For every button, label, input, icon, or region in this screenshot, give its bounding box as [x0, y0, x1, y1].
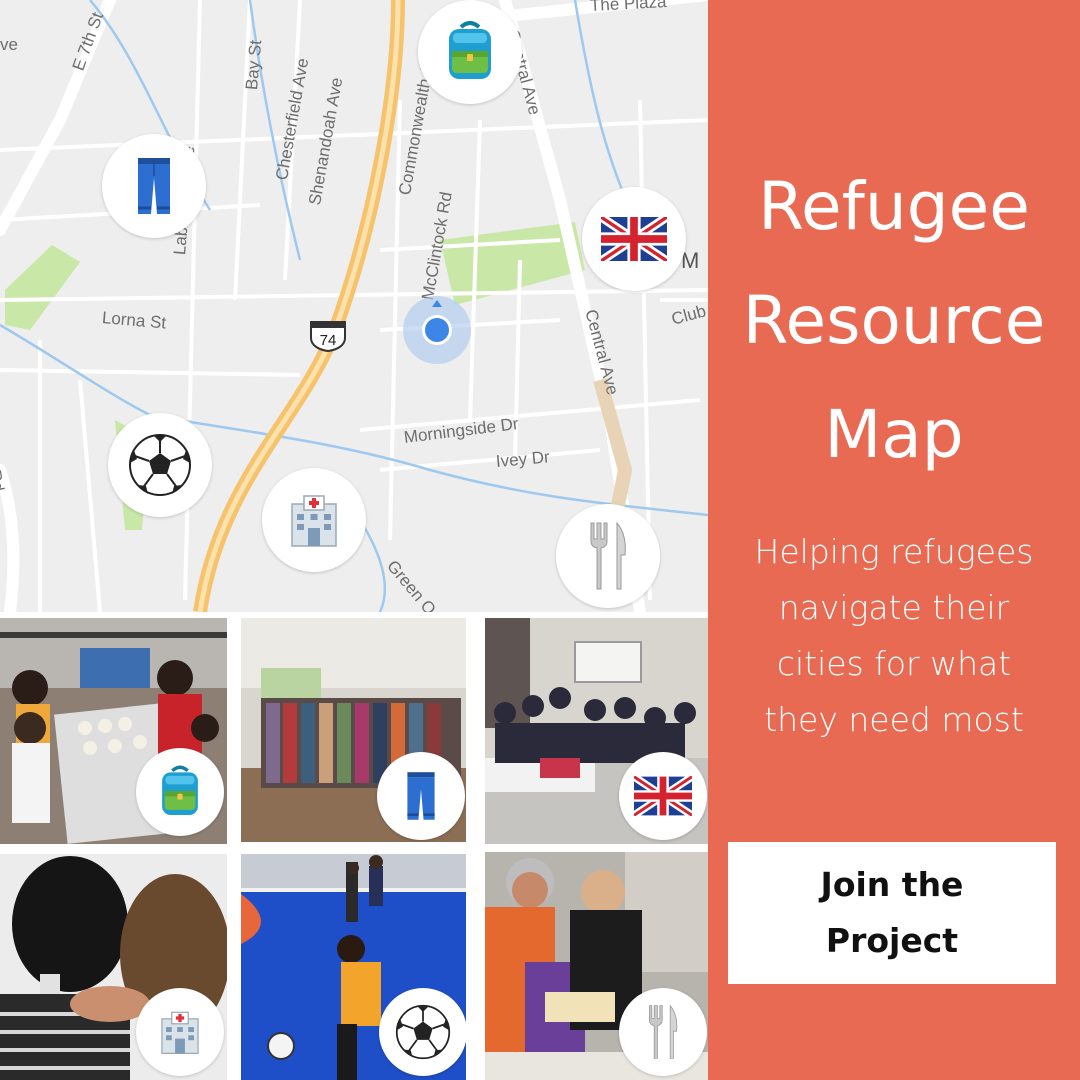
tagline-line: cities for what — [776, 644, 1012, 683]
jeans-icon — [138, 158, 170, 214]
photo-tile-clothing[interactable] — [241, 618, 466, 842]
tagline-line: Helping refugees — [754, 532, 1034, 571]
resource-map[interactable]: E 7th St Bay St Chesterfield Ave Shenand… — [0, 0, 708, 612]
jeans-icon — [407, 772, 435, 820]
fork-knife-icon — [649, 1004, 678, 1059]
photo-tile-soccer[interactable] — [241, 854, 466, 1080]
map-marker-restaurant[interactable] — [556, 504, 660, 608]
photo-tile-health[interactable] — [0, 854, 227, 1080]
uk-flag-icon — [634, 776, 692, 816]
tagline: Helping refugees navigate their cities f… — [708, 524, 1080, 748]
photo-marker — [619, 988, 707, 1076]
soccer-ball-icon — [395, 1004, 451, 1060]
map-marker-backpack[interactable] — [418, 0, 522, 104]
page-title: Refugee Resource Map — [708, 150, 1080, 492]
button-label-line: Project — [825, 921, 959, 960]
backpack-icon — [162, 765, 198, 815]
photo-marker — [136, 748, 224, 836]
map-marker-hospital[interactable] — [262, 468, 366, 572]
photo-tile-class[interactable] — [485, 618, 708, 844]
photo-tile-food[interactable] — [0, 618, 227, 844]
hospital-icon — [291, 495, 337, 547]
title-line: Refugee — [758, 168, 1030, 245]
photo-marker — [377, 752, 465, 840]
soccer-ball-icon — [129, 434, 191, 496]
backpack-icon — [449, 21, 491, 79]
info-panel: Refugee Resource Map Helping refugees na… — [708, 0, 1080, 1080]
current-location-icon[interactable] — [402, 295, 472, 365]
photo-marker — [619, 752, 707, 840]
street-label: ve — [0, 35, 18, 54]
fork-knife-icon — [590, 521, 626, 590]
join-project-button[interactable]: Join the Project — [728, 842, 1056, 984]
tagline-line: they need most — [764, 700, 1024, 739]
button-label-line: Join the — [820, 865, 964, 904]
photo-marker — [136, 988, 224, 1076]
tagline-line: navigate their — [778, 588, 1010, 627]
uk-flag-icon — [601, 217, 667, 261]
photo-marker — [379, 988, 466, 1076]
photo-tile-food-service[interactable] — [485, 852, 708, 1080]
hospital-icon — [161, 1011, 199, 1054]
map-marker-soccer[interactable] — [108, 413, 212, 517]
highway-number: 74 — [320, 332, 337, 349]
title-line: Resource — [742, 282, 1046, 359]
map-marker-uk-flag[interactable] — [582, 187, 686, 291]
highway-74-shield: 74 — [308, 318, 348, 353]
title-line: Map — [824, 396, 964, 473]
map-marker-jeans[interactable] — [102, 134, 206, 238]
